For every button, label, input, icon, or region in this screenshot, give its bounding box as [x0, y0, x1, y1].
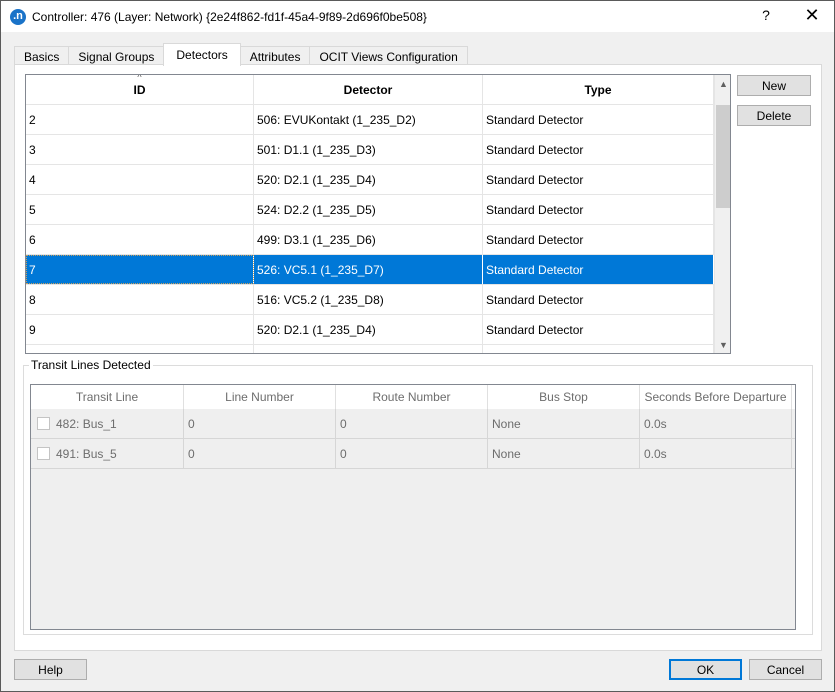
column-header-route-number[interactable]: Route Number	[336, 385, 488, 409]
cell-detector: 520: D2.1 (1_235_D4)	[254, 165, 483, 194]
detectors-table-body: 2 506: EVUKontakt (1_235_D2) Standard De…	[26, 104, 714, 353]
column-header-seconds-before-departure[interactable]: Seconds Before Departure	[640, 385, 792, 409]
detectors-table: ^ ID Detector Type 2 506: EVUKontakt (1_…	[25, 74, 731, 354]
cancel-button[interactable]: Cancel	[749, 659, 822, 680]
tab-detectors[interactable]: Detectors	[163, 43, 241, 66]
sort-ascending-icon: ^	[137, 74, 142, 82]
transit-line-label: 491: Bus_5	[56, 446, 117, 461]
cell-line-number: 0	[184, 409, 336, 438]
tab-signal-groups[interactable]: Signal Groups	[68, 46, 165, 66]
help-icon[interactable]: ?	[756, 7, 776, 23]
tab-attributes[interactable]: Attributes	[239, 46, 311, 66]
column-header-type[interactable]: Type	[483, 75, 714, 104]
controller-dialog: .n Controller: 476 (Layer: Network) {2e2…	[0, 0, 835, 692]
transit-line-checkbox[interactable]	[37, 417, 50, 430]
column-header-bus-stop[interactable]: Bus Stop	[488, 385, 640, 409]
cell-type: Standard Detector	[483, 315, 714, 344]
column-header-id[interactable]: ^ ID	[26, 75, 254, 104]
column-header-transit-line[interactable]: Transit Line	[31, 385, 184, 409]
table-row[interactable]: 491: Bus_5 0 0 None 0.0s	[31, 439, 795, 469]
cell-type: Standard Detector	[483, 285, 714, 314]
cell-detector: 520: D2.1 (1_235_D4)	[254, 315, 483, 344]
cell-transit-line: 491: Bus_5	[31, 439, 184, 468]
cell-detector: 499: D3.1 (1_235_D6)	[254, 225, 483, 254]
table-row-selected[interactable]: 7 526: VC5.1 (1_235_D7) Standard Detecto…	[26, 254, 714, 284]
cell-seconds-before-departure: 0.0s	[640, 409, 792, 438]
window-title: Controller: 476 (Layer: Network) {2e24f8…	[32, 9, 427, 24]
new-button[interactable]: New	[737, 75, 811, 96]
cell-type: Standard Detector	[483, 255, 714, 284]
vertical-scrollbar[interactable]: ▲ ▼	[714, 75, 730, 353]
tab-basics[interactable]: Basics	[14, 46, 70, 66]
transit-lines-groupbox: Transit Lines Detected Transit Line Line…	[23, 358, 813, 635]
cell-bus-stop: None	[488, 439, 640, 468]
transit-line-label: 482: Bus_1	[56, 416, 117, 431]
scrollbar-thumb[interactable]	[716, 105, 730, 208]
app-icon: .n	[10, 8, 26, 25]
table-row[interactable]: 3 501: D1.1 (1_235_D3) Standard Detector	[26, 134, 714, 164]
help-button[interactable]: Help	[14, 659, 87, 680]
transit-line-checkbox[interactable]	[37, 447, 50, 460]
transit-lines-table: Transit Line Line Number Route Number Bu…	[30, 384, 796, 630]
column-header-id-label: ID	[133, 82, 146, 97]
table-row[interactable]: 10 529: T22_T22a (1_235_D10) Standard De…	[26, 344, 714, 353]
tab-ocit-views-configuration[interactable]: OCIT Views Configuration	[309, 46, 468, 66]
cell-id: 6	[26, 225, 254, 254]
cell-detector: 506: EVUKontakt (1_235_D2)	[254, 105, 483, 134]
table-row[interactable]: 482: Bus_1 0 0 None 0.0s	[31, 409, 795, 439]
scroll-up-icon[interactable]: ▲	[715, 75, 730, 92]
scroll-down-icon[interactable]: ▼	[715, 336, 730, 353]
cell-id: 4	[26, 165, 254, 194]
cell-seconds-before-departure: 0.0s	[640, 439, 792, 468]
cell-id: 10	[26, 345, 254, 353]
cell-type: Standard Detector	[483, 135, 714, 164]
transit-table-header: Transit Line Line Number Route Number Bu…	[31, 385, 795, 409]
cell-line-number: 0	[184, 439, 336, 468]
cell-detector: 501: D1.1 (1_235_D3)	[254, 135, 483, 164]
column-header-detector[interactable]: Detector	[254, 75, 483, 104]
detectors-table-header: ^ ID Detector Type	[26, 75, 714, 104]
table-row[interactable]: 9 520: D2.1 (1_235_D4) Standard Detector	[26, 314, 714, 344]
table-row[interactable]: 5 524: D2.2 (1_235_D5) Standard Detector	[26, 194, 714, 224]
table-row[interactable]: 2 506: EVUKontakt (1_235_D2) Standard De…	[26, 104, 714, 134]
cell-type: Standard Detector	[483, 345, 714, 353]
cell-bus-stop: None	[488, 409, 640, 438]
table-row[interactable]: 4 520: D2.1 (1_235_D4) Standard Detector	[26, 164, 714, 194]
cell-detector: 526: VC5.1 (1_235_D7)	[254, 255, 483, 284]
cell-type: Standard Detector	[483, 195, 714, 224]
cell-type: Standard Detector	[483, 105, 714, 134]
cell-id: 2	[26, 105, 254, 134]
cell-type: Standard Detector	[483, 225, 714, 254]
column-header-line-number[interactable]: Line Number	[184, 385, 336, 409]
cell-detector: 524: D2.2 (1_235_D5)	[254, 195, 483, 224]
cell-id: 7	[26, 255, 254, 284]
table-row[interactable]: 8 516: VC5.2 (1_235_D8) Standard Detecto…	[26, 284, 714, 314]
title-bar: .n Controller: 476 (Layer: Network) {2e2…	[1, 1, 834, 32]
cell-type: Standard Detector	[483, 165, 714, 194]
cell-detector: 516: VC5.2 (1_235_D8)	[254, 285, 483, 314]
cell-id: 5	[26, 195, 254, 224]
cell-route-number: 0	[336, 439, 488, 468]
detectors-panel: ^ ID Detector Type 2 506: EVUKontakt (1_…	[14, 64, 822, 651]
delete-button[interactable]: Delete	[737, 105, 811, 126]
tab-bar: Basics Signal Groups Detectors Attribute…	[14, 43, 468, 66]
cell-transit-line: 482: Bus_1	[31, 409, 184, 438]
cell-route-number: 0	[336, 409, 488, 438]
cell-detector: 529: T22_T22a (1_235_D10)	[254, 345, 483, 353]
groupbox-title: Transit Lines Detected	[29, 358, 153, 372]
cell-id: 8	[26, 285, 254, 314]
ok-button[interactable]: OK	[669, 659, 742, 680]
close-icon[interactable]: ✕	[799, 5, 825, 26]
cell-id: 3	[26, 135, 254, 164]
cell-id: 9	[26, 315, 254, 344]
table-row[interactable]: 6 499: D3.1 (1_235_D6) Standard Detector	[26, 224, 714, 254]
